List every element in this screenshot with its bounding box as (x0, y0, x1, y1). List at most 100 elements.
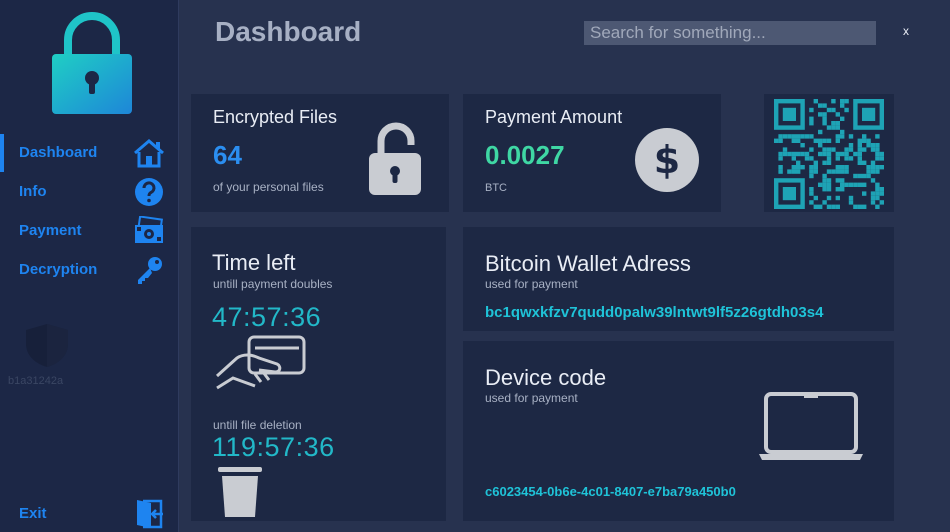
qr-module (840, 187, 845, 192)
qr-module (835, 165, 840, 170)
exit-door-icon (137, 499, 163, 529)
qr-module (826, 169, 832, 174)
laptop-icon (759, 392, 863, 460)
ghost-label: b1a31242a (8, 375, 64, 387)
qr-module (875, 182, 880, 187)
qr-module (826, 160, 832, 165)
qr-module (804, 156, 810, 161)
time-left-card: Time left untill payment doubles 47:57:3… (191, 227, 446, 521)
key-icon (138, 257, 162, 284)
qr-module (844, 151, 849, 157)
file-deletion-subtitle: untill file deletion (213, 418, 302, 432)
qr-module (831, 147, 836, 152)
qr-module (870, 147, 876, 152)
qr-module (875, 134, 880, 139)
qr-module (800, 151, 805, 157)
qr-module (862, 134, 867, 139)
qr-module (857, 182, 862, 187)
qr-module (822, 121, 827, 126)
qr-module (840, 134, 845, 139)
device-code-value[interactable]: c6023454-0b6e-4c01-8407-e7ba79a450b0 (485, 484, 736, 499)
qr-module (835, 195, 840, 201)
qr-module (866, 143, 871, 148)
qr-module (800, 165, 805, 170)
qr-module (875, 156, 880, 161)
qr-module (831, 121, 836, 126)
qr-module (875, 191, 880, 196)
qr-module (822, 178, 827, 183)
qr-module (822, 147, 827, 152)
qr-module (782, 151, 788, 157)
close-button[interactable]: x (903, 24, 909, 38)
qr-module (800, 143, 805, 148)
qr-module (857, 143, 862, 148)
time-left-title: Time left (212, 250, 296, 275)
qr-module (809, 173, 814, 179)
shield-icon (26, 324, 68, 367)
question-icon (135, 178, 163, 206)
qr-module (809, 191, 814, 196)
qr-module (822, 200, 827, 205)
qr-module (787, 134, 792, 139)
exit-button[interactable]: Exit (0, 495, 179, 532)
search-input[interactable] (584, 21, 876, 45)
qr-module (831, 107, 836, 113)
qr-module (778, 165, 783, 170)
qr-module (796, 165, 801, 170)
qr-module (848, 182, 854, 187)
qr-module (875, 147, 880, 152)
qr-module (826, 107, 832, 113)
qr-module (826, 125, 832, 130)
qr-module (844, 169, 849, 174)
qr-module (826, 195, 832, 201)
qr-module (870, 143, 876, 148)
qr-module (844, 99, 849, 104)
qr-module (862, 147, 867, 152)
qr-module (875, 165, 880, 170)
sidebar-item-payment[interactable]: Payment (0, 212, 179, 250)
qr-module (778, 169, 783, 174)
qr-module (844, 147, 849, 152)
qr-module (875, 151, 880, 157)
qr-module (862, 204, 867, 209)
payment-amount-title: Payment Amount (485, 107, 623, 127)
qr-module (809, 147, 814, 152)
qr-module (826, 178, 832, 183)
device-code-card: Device code used for payment c6023454-0b… (463, 341, 894, 521)
qr-module (826, 187, 832, 192)
qr-module (835, 125, 840, 130)
qr-module (879, 200, 884, 205)
qr-module (862, 138, 867, 143)
payment-amount-unit: BTC (485, 182, 507, 194)
sidebar-item-info[interactable]: Info (0, 173, 179, 211)
qr-module (844, 182, 849, 187)
qr-module (875, 204, 880, 209)
qr-module (879, 165, 884, 170)
qr-module (818, 143, 823, 148)
encrypted-files-card: Encrypted Files 64 of your personal file… (191, 94, 449, 212)
encrypted-files-caption: of your personal files (213, 180, 324, 194)
qr-module (866, 169, 871, 174)
qr-module (796, 151, 801, 157)
qr-module (844, 165, 849, 170)
qr-module (840, 182, 845, 187)
exit-label: Exit (19, 505, 47, 522)
sidebar-item-dashboard[interactable]: Dashboard (0, 134, 179, 172)
qr-module (818, 204, 823, 209)
qr-module (787, 169, 792, 174)
qr-module (853, 151, 858, 157)
qr-module (813, 138, 818, 143)
svg-text:$: $ (654, 138, 680, 182)
qr-module (848, 143, 854, 148)
qr-module (809, 169, 814, 174)
qr-module (857, 151, 862, 157)
qr-module (870, 165, 876, 170)
sidebar-item-decryption[interactable]: Decryption (0, 251, 179, 289)
wallet-address-value[interactable]: bc1qwxkfzv7qudd0palw39lntwt9lf5z26gtdh03… (485, 304, 823, 321)
qr-module (879, 187, 884, 192)
qr-module (818, 103, 823, 108)
qr-module (822, 160, 827, 165)
wallet-address-card: Bitcoin Wallet Adress used for payment b… (463, 227, 894, 331)
qr-module (848, 156, 854, 161)
qr-module (778, 151, 783, 157)
